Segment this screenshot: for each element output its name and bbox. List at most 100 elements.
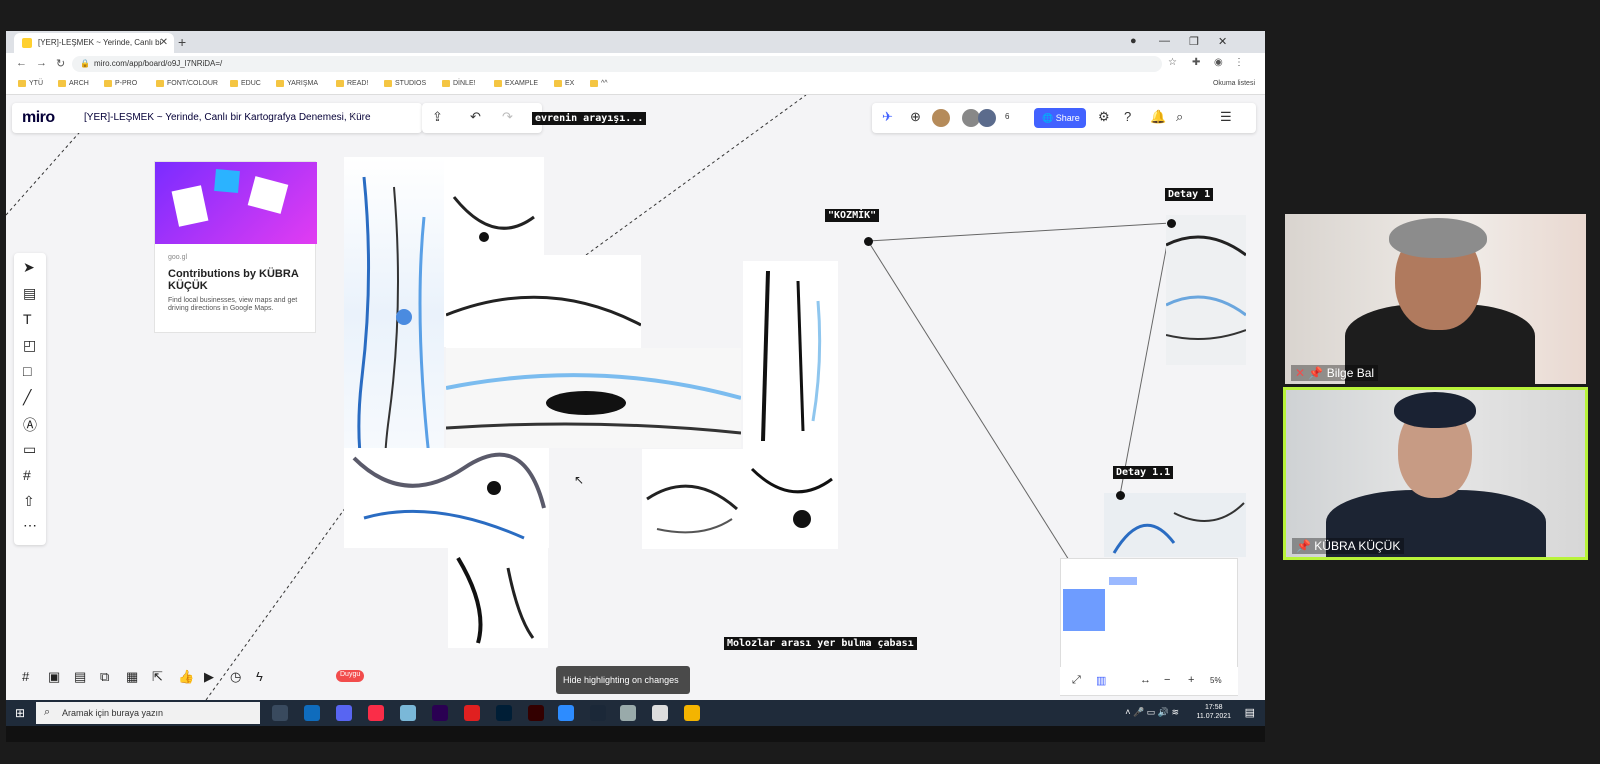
bookmark-folder[interactable]: EXAMPLE [494, 80, 538, 87]
hide-highlighting-button[interactable]: Hide highlighting on changes [556, 666, 690, 694]
photoshop-icon[interactable] [496, 705, 512, 721]
active-speaker-video[interactable]: 📌 KÜBRA KÜÇÜK [1283, 387, 1588, 560]
fullscreen-icon[interactable]: ⤢ [1072, 674, 1081, 687]
video-icon[interactable]: ▶ [204, 669, 214, 685]
bookmark-folder[interactable]: READ! [336, 80, 368, 87]
board-title[interactable]: [YER]-LEŞMEK ~ Yerinde, Canlı bir Kartog… [84, 112, 371, 123]
artwork-tile[interactable] [642, 449, 742, 549]
reload-icon[interactable]: ↻ [56, 57, 65, 70]
connector-node[interactable] [1116, 491, 1125, 500]
comments-icon[interactable]: ▤ [74, 669, 86, 685]
text-tool-icon[interactable]: T [23, 311, 32, 327]
frames-icon[interactable]: # [22, 669, 29, 684]
close-tab-icon[interactable]: ✕ [160, 37, 168, 48]
pen-tool-icon[interactable]: Ⓐ [23, 415, 37, 435]
minimap-viewport[interactable] [1063, 589, 1105, 631]
notes-icon[interactable]: ☰ [1220, 109, 1232, 125]
url-input[interactable]: 🔒 miro.com/app/board/o9J_l7NRiDA=/ [72, 56, 1162, 72]
taskbar-clock[interactable]: 17:58 11.07.2021 [1196, 703, 1231, 721]
bookmark-folder[interactable]: EX [554, 80, 574, 87]
close-window-icon[interactable]: ✕ [1218, 35, 1227, 48]
participant-video[interactable]: ✕ 📌 Bilge Bal [1285, 214, 1586, 384]
share-button[interactable]: 🌐 Share [1034, 108, 1086, 128]
bookmark-folder[interactable]: ^^ [590, 80, 608, 87]
artwork-tile[interactable] [344, 448, 549, 548]
follow-icon[interactable]: ⊕ [910, 109, 921, 125]
star-icon[interactable]: ☆ [1168, 57, 1177, 68]
participant-count[interactable]: 6 [1005, 112, 1009, 121]
comment-icon[interactable]: ▭ [23, 441, 36, 458]
music-icon[interactable] [368, 705, 384, 721]
timer-icon[interactable]: ◷ [230, 669, 241, 685]
back-icon[interactable]: ← [16, 57, 27, 69]
help-icon[interactable]: ? [1124, 109, 1131, 124]
bookmark-folder[interactable]: DİNLE! [442, 80, 476, 87]
undo-icon[interactable]: ↶ [470, 109, 481, 125]
bell-icon[interactable]: 🔔 [1150, 109, 1166, 125]
bookmark-folder[interactable]: FONT/COLOUR [156, 80, 218, 87]
maximize-icon[interactable]: ❐ [1189, 35, 1199, 48]
zoom-in-icon[interactable]: + [1188, 674, 1194, 686]
app-icon[interactable] [652, 705, 668, 721]
artwork-tile[interactable] [742, 449, 838, 549]
star-board-icon[interactable]: ☆ [348, 111, 357, 122]
google-maps-link-card[interactable]: goo.gl Contributions by KÜBRA KÜÇÜK Find… [154, 161, 317, 333]
task-view-icon[interactable] [272, 705, 288, 721]
kanban-icon[interactable]: ▦ [126, 669, 138, 685]
app-icon[interactable] [620, 705, 636, 721]
label-kozmik[interactable]: "KOZMİK" [825, 209, 880, 222]
search-icon[interactable]: ⌕ [1176, 109, 1183, 125]
discord-icon[interactable] [336, 705, 352, 721]
acrobat-icon[interactable] [464, 705, 480, 721]
avatar[interactable] [932, 109, 950, 127]
detail-artwork-tile[interactable] [1104, 493, 1246, 557]
miro-logo[interactable]: miro [22, 109, 55, 127]
line-tool-icon[interactable]: ╱ [23, 389, 31, 406]
outlook-icon[interactable] [304, 705, 320, 721]
steam-icon[interactable] [590, 705, 606, 721]
open-external-icon[interactable]: ⇱ [152, 669, 163, 685]
bookmark-folder[interactable]: YTÜ [18, 80, 43, 87]
windows-start-icon[interactable]: ⊞ [15, 706, 25, 720]
upload-icon[interactable]: ⇧ [23, 493, 35, 510]
browser-tab[interactable]: [YER]-LEŞMEK ~ Yerinde, Canlı bi ✕ [14, 33, 174, 53]
label-evrenin-arayisi[interactable]: evrenin arayışı... [532, 112, 647, 125]
bookmark-folder[interactable]: STUDIOS [384, 80, 426, 87]
redo-icon[interactable]: ↷ [502, 109, 513, 125]
zoom-out-icon[interactable]: − [1164, 674, 1170, 686]
miro-board-canvas[interactable]: miro [YER]-LEŞMEK ~ Yerinde, Canlı bir K… [6, 95, 1265, 700]
sticky-note-icon[interactable]: ◰ [23, 337, 36, 354]
label-molozlar[interactable]: Molozlar arası yer bulma çabası [724, 637, 917, 650]
select-cursor-icon[interactable]: ➤ [23, 259, 35, 276]
zoom-level[interactable]: 5% [1210, 676, 1222, 685]
menu-icon[interactable]: ⋮ [1234, 57, 1244, 68]
app-icon[interactable] [400, 705, 416, 721]
artwork-tile[interactable] [743, 261, 838, 451]
premiere-icon[interactable] [432, 705, 448, 721]
settings-sliders-icon[interactable]: ⚙ [1098, 109, 1110, 125]
avatar[interactable] [978, 109, 996, 127]
zoom-app-icon[interactable] [558, 705, 574, 721]
reading-list[interactable]: Okuma listesi [1213, 80, 1255, 87]
screen-share-icon[interactable]: ▣ [48, 669, 60, 685]
label-detay-1[interactable]: Detay 1 [1165, 188, 1214, 201]
more-tools-icon[interactable]: ⋯ [23, 517, 37, 534]
reactions-icon[interactable]: ✈ [882, 109, 893, 125]
profile-icon[interactable]: ● [1130, 35, 1137, 47]
bookmark-folder[interactable]: EDUC [230, 80, 261, 87]
artwork-tile[interactable] [448, 548, 548, 648]
lightning-icon[interactable]: ϟ [256, 669, 263, 684]
voting-icon[interactable]: 👍 [178, 669, 194, 685]
new-tab-icon[interactable]: + [178, 34, 186, 50]
avatar-icon[interactable]: ◉ [1214, 57, 1223, 68]
frame-tool-icon[interactable]: # [23, 467, 31, 483]
shape-tool-icon[interactable]: □ [23, 363, 31, 379]
label-detay-1-1[interactable]: Detay 1.1 [1113, 466, 1174, 479]
connector-node[interactable] [864, 237, 873, 246]
system-tray[interactable]: ˄ 🎤 ▭ 🔊 ≋ [1125, 707, 1179, 718]
forward-icon[interactable]: → [36, 57, 47, 69]
artwork-tile[interactable] [446, 348, 741, 448]
bookmark-folder[interactable]: YARIŞMA [276, 80, 318, 87]
notification-icon[interactable]: ▤ [1245, 706, 1255, 719]
bookmark-folder[interactable]: P-PRO [104, 80, 137, 87]
